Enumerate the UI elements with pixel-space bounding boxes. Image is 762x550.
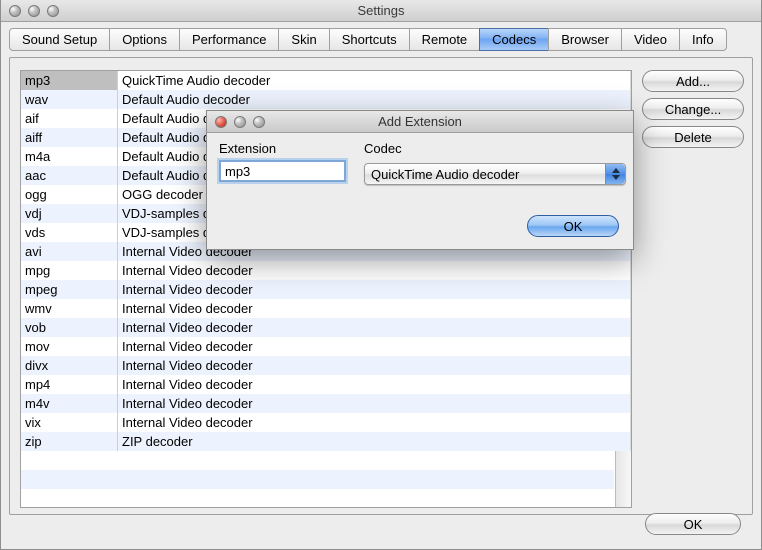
cell-extension: aac <box>21 166 118 185</box>
cell-codec: Internal Video decoder <box>118 318 631 337</box>
cell-extension: mp4 <box>21 375 118 394</box>
cell-extension: mov <box>21 337 118 356</box>
table-row[interactable]: zipZIP decoder <box>21 432 631 451</box>
tab-browser[interactable]: Browser <box>548 28 622 51</box>
dialog-ok-button[interactable]: OK <box>527 215 619 237</box>
tab-video[interactable]: Video <box>621 28 680 51</box>
delete-button[interactable]: Delete <box>642 126 744 148</box>
tab-sound-setup[interactable]: Sound Setup <box>9 28 110 51</box>
window-titlebar: Settings <box>1 0 761 22</box>
dialog-title: Add Extension <box>207 114 633 129</box>
cell-codec: Internal Video decoder <box>118 280 631 299</box>
cell-codec: Internal Video decoder <box>118 394 631 413</box>
table-row[interactable]: m4vInternal Video decoder <box>21 394 631 413</box>
cell-codec: Internal Video decoder <box>118 299 631 318</box>
cell-codec: QuickTime Audio decoder <box>118 71 631 90</box>
cell-codec: Default Audio decoder <box>118 90 631 109</box>
window-title: Settings <box>1 3 761 18</box>
tab-performance[interactable]: Performance <box>179 28 279 51</box>
tab-codecs[interactable]: Codecs <box>479 28 549 51</box>
cell-extension: wmv <box>21 299 118 318</box>
tab-info[interactable]: Info <box>679 28 727 51</box>
cell-codec: Internal Video decoder <box>118 337 631 356</box>
extension-label: Extension <box>219 141 364 156</box>
side-buttons: Add... Change... Delete <box>642 70 744 154</box>
cell-extension: divx <box>21 356 118 375</box>
add-button[interactable]: Add... <box>642 70 744 92</box>
tab-options[interactable]: Options <box>109 28 180 51</box>
cell-extension: wav <box>21 90 118 109</box>
table-row[interactable]: mpgInternal Video decoder <box>21 261 631 280</box>
cell-extension: aiff <box>21 128 118 147</box>
extension-input[interactable] <box>219 160 346 182</box>
table-row[interactable]: divxInternal Video decoder <box>21 356 631 375</box>
table-row[interactable]: vixInternal Video decoder <box>21 413 631 432</box>
codec-select-value: QuickTime Audio decoder <box>371 167 519 182</box>
table-row[interactable]: wmvInternal Video decoder <box>21 299 631 318</box>
cell-extension: aif <box>21 109 118 128</box>
cell-extension: vds <box>21 223 118 242</box>
table-row[interactable]: mp3QuickTime Audio decoder <box>21 71 631 90</box>
cell-codec: Internal Video decoder <box>118 356 631 375</box>
table-row[interactable]: wavDefault Audio decoder <box>21 90 631 109</box>
cell-codec: Internal Video decoder <box>118 375 631 394</box>
cell-extension: vdj <box>21 204 118 223</box>
table-row[interactable]: mpegInternal Video decoder <box>21 280 631 299</box>
table-row[interactable]: movInternal Video decoder <box>21 337 631 356</box>
cell-extension: vix <box>21 413 118 432</box>
cell-extension: mpeg <box>21 280 118 299</box>
codec-select[interactable]: QuickTime Audio decoder <box>364 163 626 185</box>
cell-extension: mpg <box>21 261 118 280</box>
codec-label: Codec <box>364 141 402 156</box>
cell-extension: m4a <box>21 147 118 166</box>
tab-remote[interactable]: Remote <box>409 28 481 51</box>
cell-extension: m4v <box>21 394 118 413</box>
cell-extension: ogg <box>21 185 118 204</box>
table-row[interactable]: vobInternal Video decoder <box>21 318 631 337</box>
add-extension-dialog: Add Extension Extension Codec QuickTime … <box>206 110 634 250</box>
settings-tabs: Sound SetupOptionsPerformanceSkinShortcu… <box>9 28 753 51</box>
cell-codec: Internal Video decoder <box>118 413 631 432</box>
select-arrows-icon <box>605 164 625 184</box>
cell-extension: vob <box>21 318 118 337</box>
dialog-titlebar: Add Extension <box>207 111 633 133</box>
cell-extension: zip <box>21 432 118 451</box>
ok-button[interactable]: OK <box>645 513 741 535</box>
cell-codec: ZIP decoder <box>118 432 631 451</box>
tab-shortcuts[interactable]: Shortcuts <box>329 28 410 51</box>
cell-codec: Internal Video decoder <box>118 261 631 280</box>
tab-skin[interactable]: Skin <box>278 28 329 51</box>
cell-extension: avi <box>21 242 118 261</box>
change-button[interactable]: Change... <box>642 98 744 120</box>
cell-extension: mp3 <box>21 71 118 90</box>
table-row[interactable]: mp4Internal Video decoder <box>21 375 631 394</box>
